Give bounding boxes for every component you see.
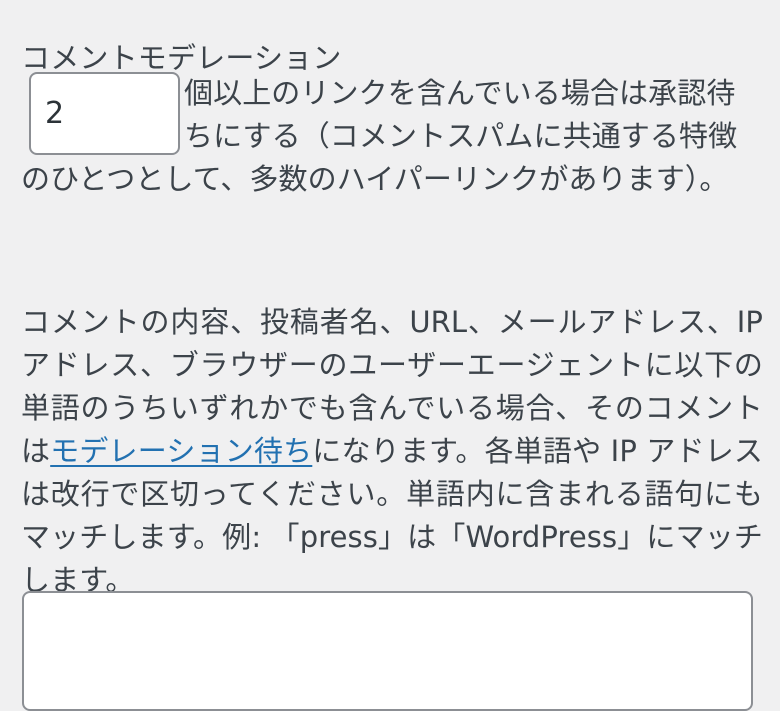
comment-moderation-field-group: 個以上のリンクを含んでいる場合は承認待ちにする（コメントスパムに共通する特徴のひ… bbox=[21, 72, 761, 201]
moderation-keys-textarea[interactable] bbox=[22, 591, 753, 711]
comment-moderation-settings-panel: コメントモデレーション 個以上のリンクを含んでいる場合は承認待ちにする（コメント… bbox=[0, 0, 780, 711]
disallowed-keys-description: コメントの内容、投稿者名、URL、メールアドレス、IP アドレス、ブラウザーのユ… bbox=[21, 301, 763, 602]
comment-max-links-input[interactable] bbox=[29, 72, 180, 155]
moderation-queue-link[interactable]: モデレーション待ち bbox=[50, 434, 312, 468]
